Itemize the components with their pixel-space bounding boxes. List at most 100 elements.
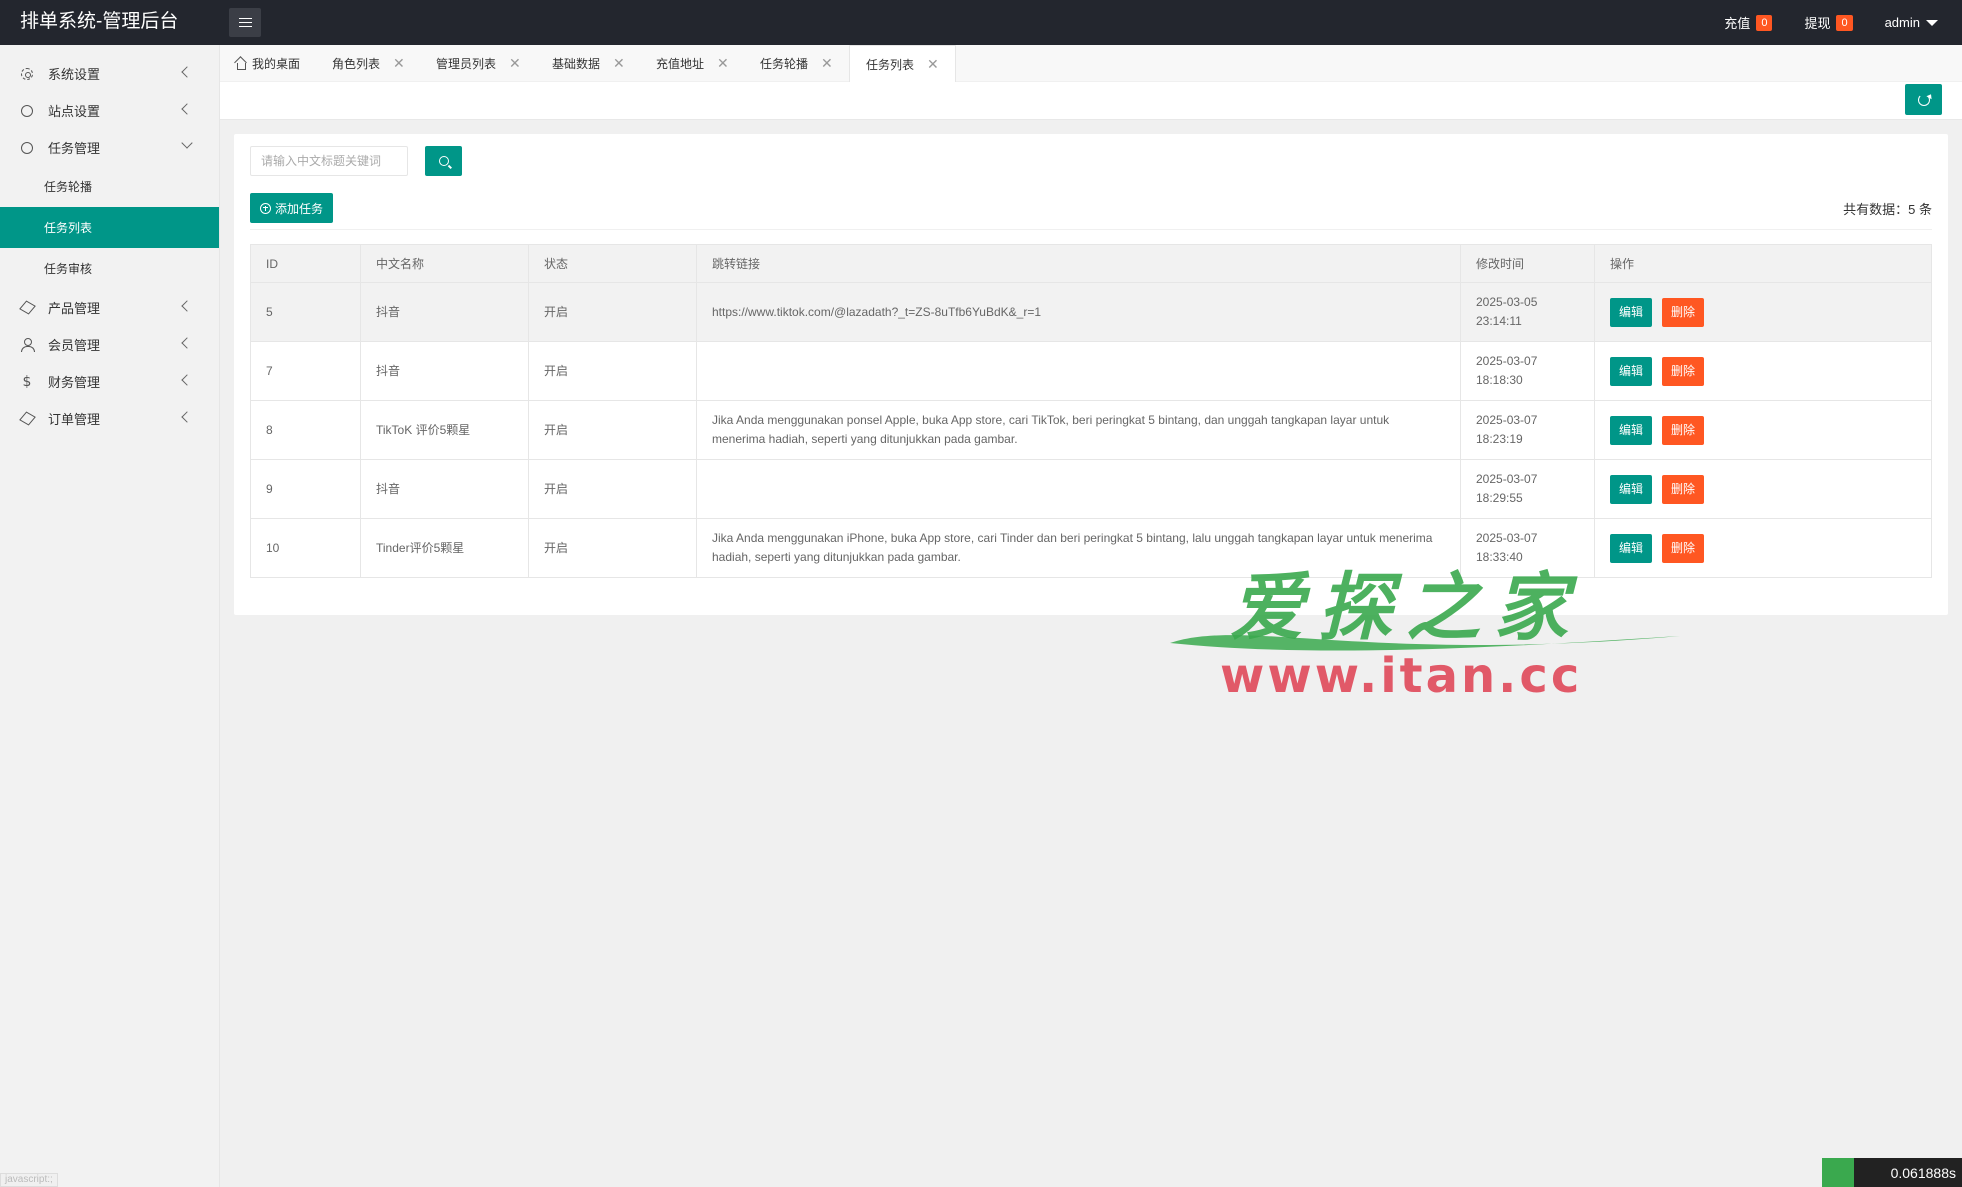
column-header: 状态	[528, 244, 697, 283]
tab-bar: 我的桌面 角色列表 ✕ 管理员列表 ✕ 基础数据 ✕ 充值地址 ✕ 任务轮播 ✕…	[220, 45, 1962, 82]
tab-roles[interactable]: 角色列表 ✕	[332, 45, 405, 81]
cell-time: 2025-03-07 18:18:30	[1460, 341, 1595, 401]
sidebar-subitem-task-list[interactable]: 任务列表	[0, 207, 219, 248]
refresh-button[interactable]	[1905, 84, 1942, 115]
cell-id: 8	[250, 400, 361, 460]
table-row: 10 Tinder评价5颗星 开启 Jika Anda menggunakan …	[250, 518, 1932, 578]
sidebar-item-finance-management[interactable]: $ 财务管理	[0, 363, 219, 400]
status-bar-text: javascript:;	[0, 1173, 58, 1187]
close-icon[interactable]: ✕	[393, 55, 405, 72]
gear-icon	[20, 67, 34, 81]
edit-button[interactable]: 编辑	[1610, 297, 1653, 327]
dollar-icon: $	[22, 373, 32, 390]
caret-down-icon	[1926, 19, 1938, 26]
cell-status: 开启	[528, 341, 697, 401]
watermark-url: www.itan.cc	[1220, 648, 1583, 704]
timer-value: 0.061888s	[1890, 1164, 1956, 1181]
cube-icon	[18, 300, 36, 315]
table-row: 7 抖音 开启 2025-03-07 18:18:30 编辑 删除	[250, 341, 1932, 401]
search-icon	[438, 156, 449, 166]
cell-name: 抖音	[360, 459, 529, 519]
timer-logo-icon	[1822, 1158, 1854, 1187]
sidebar-subitem-task-review[interactable]: 任务审核	[0, 248, 219, 289]
user-icon	[20, 338, 35, 352]
cell-status: 开启	[528, 518, 697, 578]
cell-name: TikToK 评价5颗星	[360, 400, 529, 460]
tab-task-carousel[interactable]: 任务轮播 ✕	[760, 45, 833, 81]
close-icon[interactable]: ✕	[613, 55, 625, 72]
withdraw-link[interactable]: 提现 0	[1804, 13, 1853, 32]
cell-time: 2025-03-07 18:33:40	[1460, 518, 1595, 578]
tab-label: 基础数据	[552, 56, 601, 71]
tab-home[interactable]: 我的桌面	[235, 45, 300, 81]
sidebar-item-system-settings[interactable]: 系统设置	[0, 55, 219, 92]
recharge-link[interactable]: 充值 0	[1724, 13, 1773, 32]
cell-link: Jika Anda menggunakan ponsel Apple, buka…	[696, 400, 1461, 460]
delete-button[interactable]: 删除	[1662, 533, 1705, 563]
delete-button[interactable]: 删除	[1662, 474, 1705, 504]
sidebar-item-label: 系统设置	[48, 67, 101, 82]
add-task-label: 添加任务	[275, 201, 324, 216]
task-table: ID 中文名称 状态 跳转链接 修改时间 操作 5 抖音 开启 https://…	[250, 244, 1932, 578]
tab-basic-data[interactable]: 基础数据 ✕	[552, 45, 625, 81]
cell-name: 抖音	[360, 282, 529, 342]
sidebar-item-order-management[interactable]: 订单管理	[0, 400, 219, 437]
delete-button[interactable]: 删除	[1662, 356, 1705, 386]
user-name: admin	[1884, 15, 1920, 30]
sidebar-item-member-management[interactable]: 会员管理	[0, 326, 219, 363]
refresh-icon	[1917, 93, 1930, 106]
chevron-left-icon	[181, 300, 193, 312]
column-header: 中文名称	[360, 244, 529, 283]
add-circle-icon	[260, 202, 271, 214]
cell-time: 2025-03-07 18:29:55	[1460, 459, 1595, 519]
search-button[interactable]	[425, 146, 462, 176]
cell-link: https://www.tiktok.com/@lazadath?_t=ZS-8…	[696, 282, 1461, 342]
cell-actions: 编辑 删除	[1594, 518, 1932, 578]
cell-name: 抖音	[360, 341, 529, 401]
edit-button[interactable]: 编辑	[1610, 533, 1653, 563]
edit-button[interactable]: 编辑	[1610, 474, 1653, 504]
cell-link	[696, 341, 1461, 401]
search-input[interactable]	[250, 146, 408, 176]
sidebar-item-task-management[interactable]: 任务管理	[0, 129, 219, 166]
tab-task-list[interactable]: 任务列表 ✕	[849, 45, 956, 82]
column-header: 修改时间	[1460, 244, 1595, 283]
page-toolbar	[220, 82, 1962, 120]
add-task-button[interactable]: 添加任务	[250, 193, 334, 223]
tab-label: 充值地址	[656, 56, 705, 71]
ring-icon	[20, 104, 34, 118]
table-row: 9 抖音 开启 2025-03-07 18:29:55 编辑 删除	[250, 459, 1932, 519]
close-icon[interactable]: ✕	[927, 56, 939, 73]
cell-time: 2025-03-07 18:23:19	[1460, 400, 1595, 460]
sidebar-item-site-settings[interactable]: 站点设置	[0, 92, 219, 129]
user-menu[interactable]: admin	[1885, 15, 1938, 30]
sidebar-item-label: 产品管理	[48, 301, 101, 316]
column-header: 跳转链接	[696, 244, 1461, 283]
sidebar-subitem-task-carousel[interactable]: 任务轮播	[0, 166, 219, 207]
close-icon[interactable]: ✕	[821, 55, 833, 72]
edit-button[interactable]: 编辑	[1610, 415, 1653, 445]
close-icon[interactable]: ✕	[509, 55, 521, 72]
sidebar-item-product-management[interactable]: 产品管理	[0, 289, 219, 326]
cell-actions: 编辑 删除	[1594, 282, 1932, 342]
tab-label: 管理员列表	[436, 56, 497, 71]
delete-button[interactable]: 删除	[1662, 297, 1705, 327]
top-header: 排单系统-管理后台 充值 0 提现 0 admin	[0, 0, 1962, 45]
menu-toggle-button[interactable]	[229, 8, 261, 37]
close-icon[interactable]: ✕	[717, 55, 729, 72]
cell-actions: 编辑 删除	[1594, 400, 1932, 460]
column-header: ID	[250, 244, 361, 283]
chevron-left-icon	[181, 337, 193, 349]
cell-status: 开启	[528, 400, 697, 460]
delete-button[interactable]: 删除	[1662, 415, 1705, 445]
tab-label: 任务列表	[866, 57, 915, 72]
home-icon	[235, 58, 246, 70]
sidebar-item-label: 订单管理	[48, 412, 101, 427]
chevron-left-icon	[181, 103, 193, 115]
tab-recharge-address[interactable]: 充值地址 ✕	[656, 45, 729, 81]
tab-admins[interactable]: 管理员列表 ✕	[436, 45, 521, 81]
edit-button[interactable]: 编辑	[1610, 356, 1653, 386]
column-header: 操作	[1594, 244, 1932, 283]
withdraw-label: 提现	[1804, 16, 1831, 31]
app-title: 排单系统-管理后台	[20, 11, 179, 32]
